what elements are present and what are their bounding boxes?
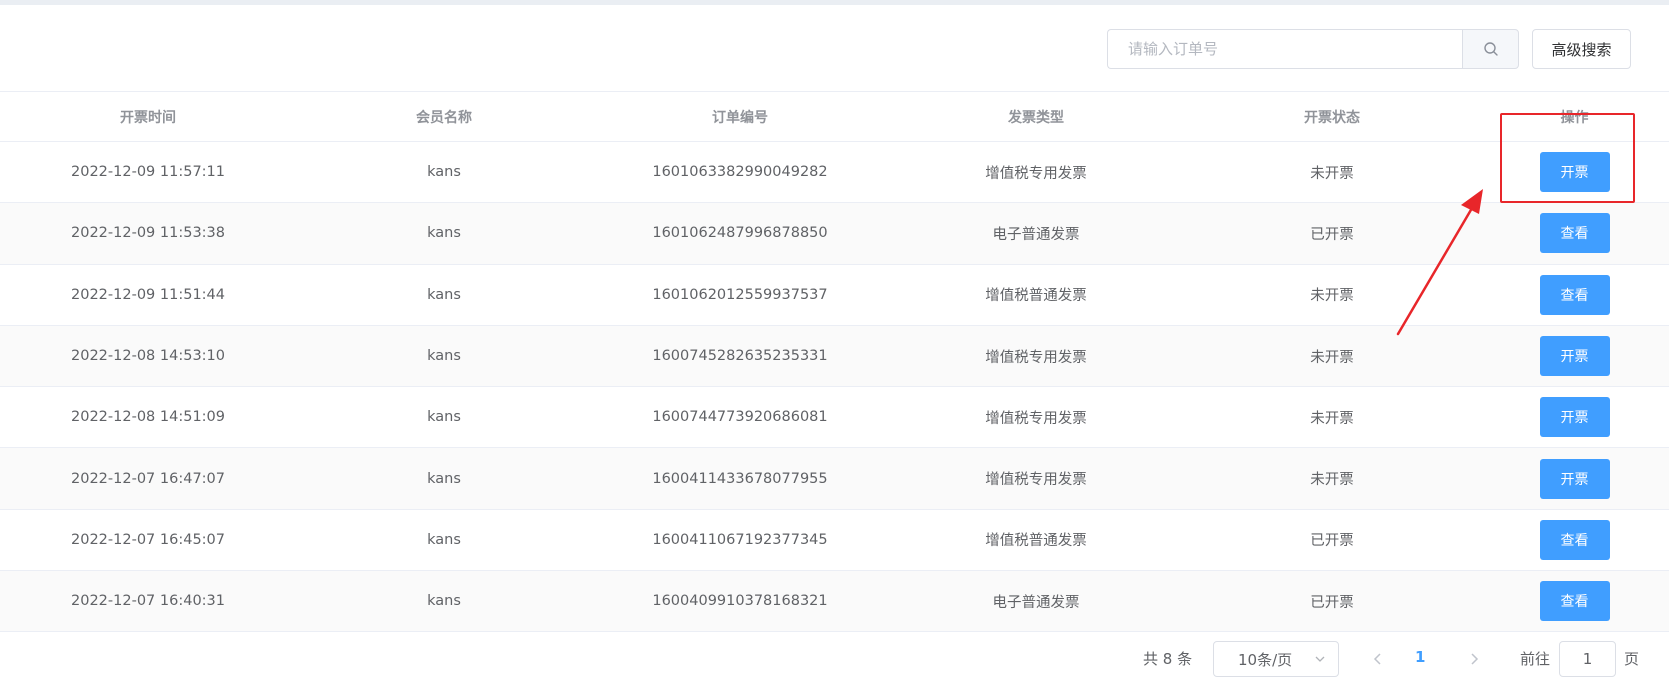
column-header-order-no: 订单编号: [712, 109, 768, 126]
top-strip: [0, 0, 1669, 5]
cell-member: kans: [427, 531, 461, 548]
cell-action: 开票: [1480, 326, 1669, 386]
cell-order-no: 1600745282635235331: [652, 348, 828, 365]
cell-order-no: 1600744773920686081: [652, 409, 828, 426]
issue-invoice-button[interactable]: 开票: [1539, 458, 1610, 499]
cell-status: 未开票: [1310, 165, 1354, 182]
cell-order-no: 1600411067192377345: [652, 531, 828, 548]
issue-invoice-button[interactable]: 开票: [1539, 336, 1610, 377]
cell-time: 2022-12-07 16:45:07: [71, 531, 225, 548]
cell-invoice-type: 增值税普通发票: [985, 533, 1087, 550]
cell-status: 已开票: [1310, 226, 1354, 243]
cell-status: 未开票: [1310, 349, 1354, 366]
cell-order-no: 1601062487996878850: [652, 225, 828, 242]
cell-member: kans: [427, 348, 461, 365]
cell-invoice-type: 增值税专用发票: [985, 165, 1087, 182]
column-header-action: 操作: [1560, 109, 1589, 126]
table-row: 2022-12-09 11:51:44 kans 160106201255993…: [0, 265, 1669, 326]
cell-status: 未开票: [1310, 472, 1354, 489]
cell-time: 2022-12-07 16:47:07: [71, 470, 225, 487]
cell-time: 2022-12-09 11:51:44: [71, 286, 225, 303]
order-search-input[interactable]: [1107, 29, 1462, 69]
cell-invoice-type: 增值税普通发票: [985, 288, 1087, 305]
table-row: 2022-12-07 16:40:31 kans 160040991037816…: [0, 571, 1669, 633]
cell-invoice-type: 增值税专用发票: [985, 410, 1087, 427]
goto-page-input[interactable]: [1559, 641, 1616, 677]
view-invoice-button[interactable]: 查看: [1539, 519, 1610, 560]
table-row: 2022-12-07 16:45:07 kans 160041106719237…: [0, 510, 1669, 572]
table-row: 2022-12-09 11:57:11 kans 160106338299004…: [0, 142, 1669, 204]
cell-action: 查看: [1480, 265, 1669, 325]
goto-prefix-label: 前往: [1520, 650, 1551, 668]
cell-order-no: 1601062012559937537: [652, 286, 828, 303]
total-count: 共 8 条: [1143, 650, 1193, 668]
page-number-current[interactable]: 1: [1415, 648, 1425, 666]
cell-invoice-type: 增值税专用发票: [985, 349, 1087, 366]
cell-member: kans: [427, 286, 461, 303]
table-row: 2022-12-07 16:47:07 kans 160041143367807…: [0, 448, 1669, 510]
cell-action: 查看: [1480, 571, 1669, 631]
page-size-select[interactable]: 10条/页: [1213, 641, 1339, 677]
next-page-button[interactable]: [1462, 646, 1486, 672]
chevron-right-icon: [1471, 653, 1479, 665]
order-search: [1107, 29, 1519, 69]
cell-invoice-type: 电子普通发票: [992, 594, 1080, 611]
column-header-status: 开票状态: [1304, 109, 1360, 126]
cell-order-no: 1601063382990049282: [652, 164, 828, 181]
issue-invoice-button[interactable]: 开票: [1539, 397, 1610, 438]
chevron-down-icon: [1315, 656, 1325, 662]
column-header-time: 开票时间: [120, 109, 176, 126]
cell-status: 已开票: [1310, 594, 1354, 611]
cell-time: 2022-12-08 14:53:10: [71, 348, 225, 365]
search-button[interactable]: [1462, 29, 1519, 69]
goto-suffix-label: 页: [1624, 650, 1640, 668]
issue-invoice-button[interactable]: 开票: [1539, 152, 1610, 193]
table-row: 2022-12-08 14:53:10 kans 160074528263523…: [0, 325, 1669, 388]
cell-action: 开票: [1480, 142, 1669, 202]
column-header-member: 会员名称: [416, 109, 472, 126]
table-row: 2022-12-09 11:53:38 kans 160106248799687…: [0, 203, 1669, 265]
cell-order-no: 1600409910378168321: [652, 593, 828, 610]
cell-action: 开票: [1480, 387, 1669, 447]
cell-status: 未开票: [1310, 288, 1354, 305]
prev-page-button[interactable]: [1366, 646, 1390, 672]
table-row: 2022-12-08 14:51:09 kans 160074477392068…: [0, 387, 1669, 449]
cell-action: 查看: [1480, 203, 1669, 263]
cell-member: kans: [427, 409, 461, 426]
chevron-left-icon: [1373, 653, 1381, 665]
invoice-table: 开票时间 会员名称 订单编号 发票类型 开票状态 操作 2022-12-09 1…: [0, 91, 1669, 633]
cell-action: 查看: [1480, 510, 1669, 570]
view-invoice-button[interactable]: 查看: [1539, 274, 1610, 315]
cell-member: kans: [427, 593, 461, 610]
cell-order-no: 1600411433678077955: [652, 470, 828, 487]
cell-time: 2022-12-07 16:40:31: [71, 593, 225, 610]
cell-action: 开票: [1480, 448, 1669, 508]
search-icon: [1483, 42, 1498, 56]
cell-time: 2022-12-09 11:57:11: [71, 164, 225, 181]
cell-time: 2022-12-09 11:53:38: [71, 225, 225, 242]
view-invoice-button[interactable]: 查看: [1539, 213, 1610, 254]
view-invoice-button[interactable]: 查看: [1539, 581, 1610, 622]
cell-member: kans: [427, 164, 461, 181]
cell-status: 已开票: [1310, 533, 1354, 550]
advanced-search-button[interactable]: 高级搜索: [1532, 29, 1631, 69]
cell-status: 未开票: [1310, 410, 1354, 427]
cell-time: 2022-12-08 14:51:09: [71, 409, 225, 426]
cell-invoice-type: 增值税专用发票: [985, 472, 1087, 489]
table-header: 开票时间 会员名称 订单编号 发票类型 开票状态 操作: [0, 91, 1669, 142]
cell-member: kans: [427, 470, 461, 487]
column-header-invoice-type: 发票类型: [1008, 109, 1064, 126]
page-size-value: 10条/页: [1238, 650, 1293, 669]
cell-member: kans: [427, 225, 461, 242]
cell-invoice-type: 电子普通发票: [992, 226, 1080, 243]
